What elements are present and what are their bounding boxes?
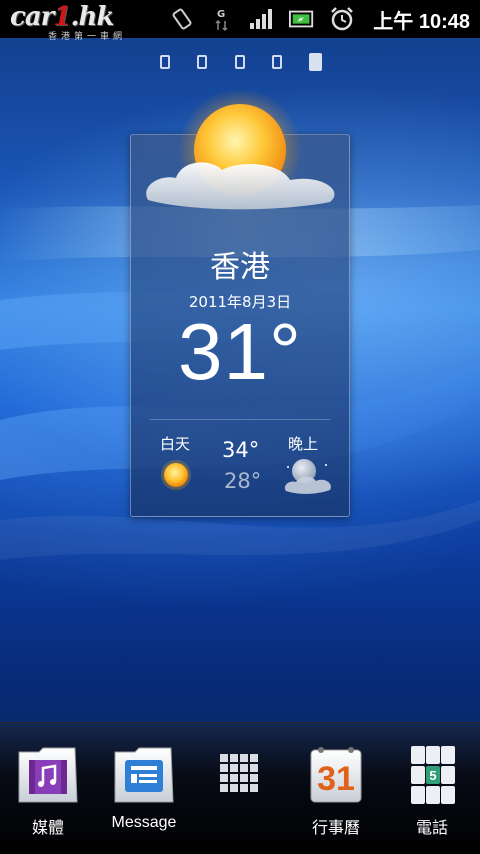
page-dot-5-active[interactable]: [309, 53, 322, 71]
dock-label-phone: 電話: [415, 820, 448, 837]
alarm-icon: [329, 6, 355, 32]
status-bar: car1.hk 香港第一車網 G 上午 10:48: [0, 0, 480, 42]
media-icon: [18, 747, 78, 803]
calendar-app[interactable]: 31 行事曆: [291, 744, 381, 844]
phone-dialer-icon: 5: [411, 746, 455, 804]
svg-text:G: G: [217, 9, 225, 20]
clock-time: 上午 10:48: [373, 10, 470, 33]
weather-city: 香港: [210, 250, 270, 285]
high-temperature: 34°: [222, 438, 260, 462]
page-dot-3[interactable]: [234, 55, 245, 69]
watermark-logo: car1.hk 香港第一車網: [10, 2, 127, 42]
current-temperature: 31°: [178, 307, 302, 396]
data-g-icon: G: [209, 6, 235, 32]
low-temperature: 28°: [224, 469, 262, 493]
media-app[interactable]: 媒體: [3, 744, 93, 844]
message-app[interactable]: Message: [99, 744, 189, 844]
message-icon: [114, 747, 174, 803]
dialer-key-5: 5: [429, 768, 436, 783]
page-dot-2[interactable]: [197, 55, 208, 69]
dock-label-message: Message: [111, 814, 177, 831]
screen-rotate-icon: [169, 6, 195, 32]
phone-app[interactable]: 5 電話: [387, 744, 477, 844]
night-label: 晚上: [288, 435, 319, 453]
calendar-icon-day: 31: [317, 760, 355, 798]
calendar-icon: 31: [310, 747, 362, 803]
battery-icon: [289, 6, 315, 32]
dock-label-media: 媒體: [31, 820, 64, 837]
signal-icon: [249, 6, 275, 32]
night-moon-cloud-icon: [284, 459, 331, 494]
day-sun-icon: [161, 460, 191, 490]
app-drawer-icon: [220, 754, 258, 792]
page-dot-1[interactable]: [160, 55, 170, 69]
sunny-cloud-icon: [146, 90, 335, 212]
app-drawer-button[interactable]: [195, 744, 285, 844]
page-dot-4[interactable]: [271, 55, 282, 69]
daytime-label: 白天: [160, 435, 191, 453]
widget-divider: [150, 419, 330, 420]
home-page-indicator[interactable]: [160, 52, 322, 72]
dock-label-calendar: 行事曆: [311, 820, 360, 837]
